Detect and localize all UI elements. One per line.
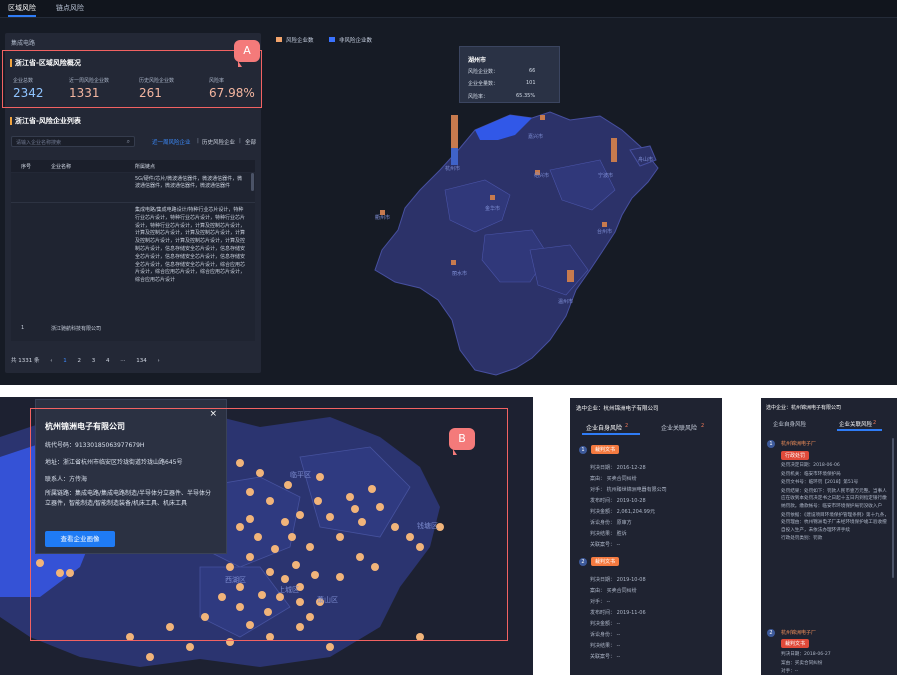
tab-region-risk[interactable]: 区域风险 bbox=[8, 3, 36, 17]
field-line: 处罚结果：处罚如下：罚款人民币壹万元整。当事人应在收到本处罚决定书之日起十五日内… bbox=[781, 488, 887, 509]
tab-related-risk[interactable]: 企业关联风险 bbox=[661, 423, 697, 432]
scrollbar[interactable] bbox=[892, 438, 894, 578]
field-row: 发布时间： 2019-11-06 bbox=[590, 610, 646, 616]
pager-page[interactable]: 134 bbox=[136, 358, 147, 364]
col-chain: 所属链点 bbox=[135, 164, 156, 170]
field-row: 判决结果： 胜诉 bbox=[590, 531, 627, 537]
field-line: 判决日期：2018-06-27 bbox=[781, 652, 831, 657]
selected-company-header: 选中企业：杭州锦洲电子有限公司 bbox=[576, 406, 659, 412]
risk-panel-related: 选中企业：杭州锦洲电子有限公司 企业自身风险 企业关联风险 2 1 杭州锦洲电子… bbox=[761, 398, 897, 675]
pager-page[interactable]: 4 bbox=[106, 358, 110, 364]
tab-active-underline bbox=[837, 429, 882, 431]
table-row[interactable]: 集成电路/集成电路设计/特种行业芯片设计，特种行业芯片设计，特种行业芯片设计，特… bbox=[11, 204, 255, 341]
city-label[interactable]: 嘉兴市 bbox=[528, 133, 543, 140]
col-index: 序号 bbox=[21, 164, 32, 170]
penalty-tag[interactable]: 行政处罚 bbox=[781, 451, 810, 460]
badge-a: A bbox=[234, 40, 260, 62]
field-row: 诉讼身份： 原审方 bbox=[590, 520, 632, 526]
city-label[interactable]: 杭州市 bbox=[445, 165, 460, 172]
city-label[interactable]: 温州市 bbox=[558, 298, 573, 305]
tab-bar: 区域风险 链点风险 bbox=[0, 0, 897, 18]
field-row: 关联案号： -- bbox=[590, 654, 621, 660]
tab-active-underline bbox=[582, 433, 640, 435]
badge-b: B bbox=[449, 428, 475, 450]
field-line: 行政处罚类别：罚款 bbox=[781, 536, 823, 542]
industry-label: 集成电路 bbox=[11, 40, 36, 47]
pager-ellipsis: ··· bbox=[120, 358, 126, 364]
tooltip-city: 湖州市 bbox=[468, 57, 487, 64]
judgment-tag[interactable]: 裁判文书 bbox=[591, 445, 620, 454]
risk-panel-self: 选中企业：杭州锦洲电子有限公司 企业自身风险 2 企业关联风险 2 1 裁判文书… bbox=[570, 398, 722, 675]
field-row: 诉讼身份： -- bbox=[590, 632, 621, 638]
table-row[interactable]: 5G/硬件/芯片/微波通信器件，微波通信器件，微波通信器件，微波通信器件，微波通… bbox=[11, 173, 255, 203]
highlight-box-b bbox=[30, 408, 508, 641]
filter-all[interactable]: 全部 bbox=[245, 138, 256, 146]
field-row: 对手： -- bbox=[590, 599, 611, 605]
judgment-tag[interactable]: 裁判文书 bbox=[781, 639, 810, 648]
judgment-tag[interactable]: 裁判文书 bbox=[591, 557, 620, 566]
pager-next-icon[interactable]: › bbox=[157, 358, 159, 364]
search-input[interactable]: 请输入企业名称搜索 ⌕ bbox=[11, 136, 135, 147]
filter-history[interactable]: 历史风险企业 bbox=[202, 138, 235, 146]
field-line: 处罚机关：临安市环境保护局 bbox=[781, 471, 841, 477]
zhejiang-map[interactable] bbox=[270, 20, 897, 385]
field-row: 判决日期： 2016-12-28 bbox=[590, 465, 646, 471]
selected-company-header: 选中企业：杭州锦洲电子有限公司 bbox=[766, 405, 842, 411]
related-company-title[interactable]: 杭州锦洲电子厂 bbox=[781, 440, 816, 447]
field-row: 案由： 买卖合同纠纷 bbox=[590, 476, 637, 482]
field-line: 处罚决定日期：2018-06-06 bbox=[781, 463, 840, 468]
item-number: 2 bbox=[579, 558, 587, 566]
field-row: 判决日期： 2019-10-08 bbox=[590, 577, 646, 583]
field-row: 关联案号： -- bbox=[590, 542, 621, 548]
map-tooltip: 湖州市 风险企业数： 66 企业全量数： 101 风险率： 65.35% bbox=[459, 46, 560, 103]
pagination: 共 1331 条 ‹ 1 2 3 4 ··· 134 › bbox=[11, 356, 169, 364]
pager-page[interactable]: 3 bbox=[92, 358, 96, 364]
city-label[interactable]: 衢州市 bbox=[375, 214, 390, 221]
field-row: 发布时间： 2019-10-28 bbox=[590, 498, 646, 504]
field-line: 对手：-- bbox=[781, 669, 799, 675]
field-line: 处罚依据：《建设项目环境保护管理条例》第十九条，处罚理由：杭州锦洲电子厂未经环境… bbox=[781, 512, 889, 533]
field-line: 处罚文书号：临环罚【2018】第51号 bbox=[781, 480, 859, 486]
city-label[interactable]: 舟山市 bbox=[638, 156, 653, 163]
field-row: 案由： 买卖合同纠纷 bbox=[590, 588, 637, 594]
field-row: 判决结果： -- bbox=[590, 643, 621, 649]
city-label[interactable]: 绍兴市 bbox=[534, 172, 549, 179]
tab-self-risk[interactable]: 企业自身风险 bbox=[773, 420, 806, 428]
tab-self-risk[interactable]: 企业自身风险 bbox=[586, 423, 622, 432]
search-icon[interactable]: ⌕ bbox=[127, 138, 130, 146]
pager-page[interactable]: 2 bbox=[77, 358, 81, 364]
tab-chain-risk[interactable]: 链点风险 bbox=[56, 3, 84, 13]
item-number: 1 bbox=[579, 446, 587, 454]
city-label[interactable]: 台州市 bbox=[597, 228, 612, 235]
table-body: 5G/硬件/芯片/微波通信器件，微波通信器件，微波通信器件，微波通信器件，微波通… bbox=[11, 173, 255, 341]
city-label[interactable]: 丽水市 bbox=[452, 270, 467, 277]
pager-total: 共 1331 条 bbox=[11, 358, 40, 364]
pager-prev-icon[interactable]: ‹ bbox=[50, 358, 52, 364]
col-name: 企业名称 bbox=[51, 164, 72, 170]
city-label[interactable]: 宁波市 bbox=[598, 172, 613, 179]
field-line: 案由：买卖合同纠纷 bbox=[781, 660, 823, 666]
tab-related-risk[interactable]: 企业关联风险 bbox=[839, 420, 872, 428]
table-header: 序号 企业名称 所属链点 bbox=[11, 160, 255, 172]
list-title: 浙江省-风险企业列表 bbox=[15, 117, 81, 125]
highlight-box-a bbox=[2, 50, 262, 108]
pager-page[interactable]: 1 bbox=[63, 358, 67, 364]
scrollbar[interactable] bbox=[251, 173, 254, 191]
field-row: 对手： 杭州臻世锦洲电器有限公司 bbox=[590, 487, 667, 493]
city-label[interactable]: 金华市 bbox=[485, 205, 500, 212]
related-company-title[interactable]: 杭州锦洲电子厂 bbox=[781, 629, 816, 636]
filter-weekly[interactable]: 近一周风险企业 bbox=[152, 138, 191, 146]
field-row: 判决金额： 2,061,204.99元 bbox=[590, 509, 655, 515]
field-row: 判决金额： -- bbox=[590, 621, 621, 627]
